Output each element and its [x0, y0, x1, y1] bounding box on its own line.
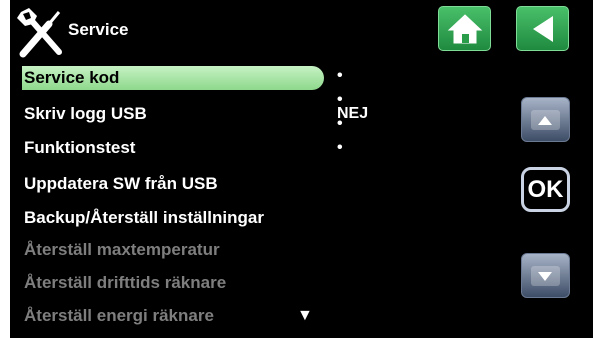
scroll-down-icon: [522, 266, 569, 301]
menu-item-skriv-logg-usb[interactable]: Skriv logg USB: [24, 102, 147, 126]
menu-item-service-kod[interactable]: Service kod: [22, 66, 324, 90]
menu-item-backup-aterstall[interactable]: Backup/Återställ inställningar: [24, 206, 264, 230]
page-title: Service: [68, 20, 129, 39]
tools-icon: [15, 4, 69, 62]
menu-item-aterstall-maxtemperatur: Återställ maxtemperatur: [24, 240, 220, 259]
more-items-indicator[interactable]: ▼: [297, 307, 313, 325]
usb-log-value[interactable]: NEJ: [337, 102, 368, 126]
scroll-down-button[interactable]: [521, 253, 570, 298]
menu-item-aterstall-drifttids: Återställ drifttids räknare: [24, 273, 227, 292]
device-screen: Service Service kod • • • • Skriv logg U…: [10, 0, 593, 338]
header-bar: Service: [10, 0, 593, 68]
scroll-up-icon: [522, 110, 569, 145]
back-button[interactable]: [516, 6, 569, 51]
menu-item-aterstall-energi: Återställ energi räknare: [24, 306, 214, 325]
ok-label: OK: [527, 176, 564, 203]
menu-item-uppdatera-sw[interactable]: Uppdatera SW från USB: [24, 172, 218, 196]
home-button[interactable]: [438, 6, 491, 51]
scroll-up-button[interactable]: [521, 97, 570, 142]
ok-button[interactable]: OK: [521, 167, 570, 212]
service-code-value: • • • •: [337, 67, 356, 156]
menu-item-funktionstest[interactable]: Funktionstest: [24, 136, 135, 160]
